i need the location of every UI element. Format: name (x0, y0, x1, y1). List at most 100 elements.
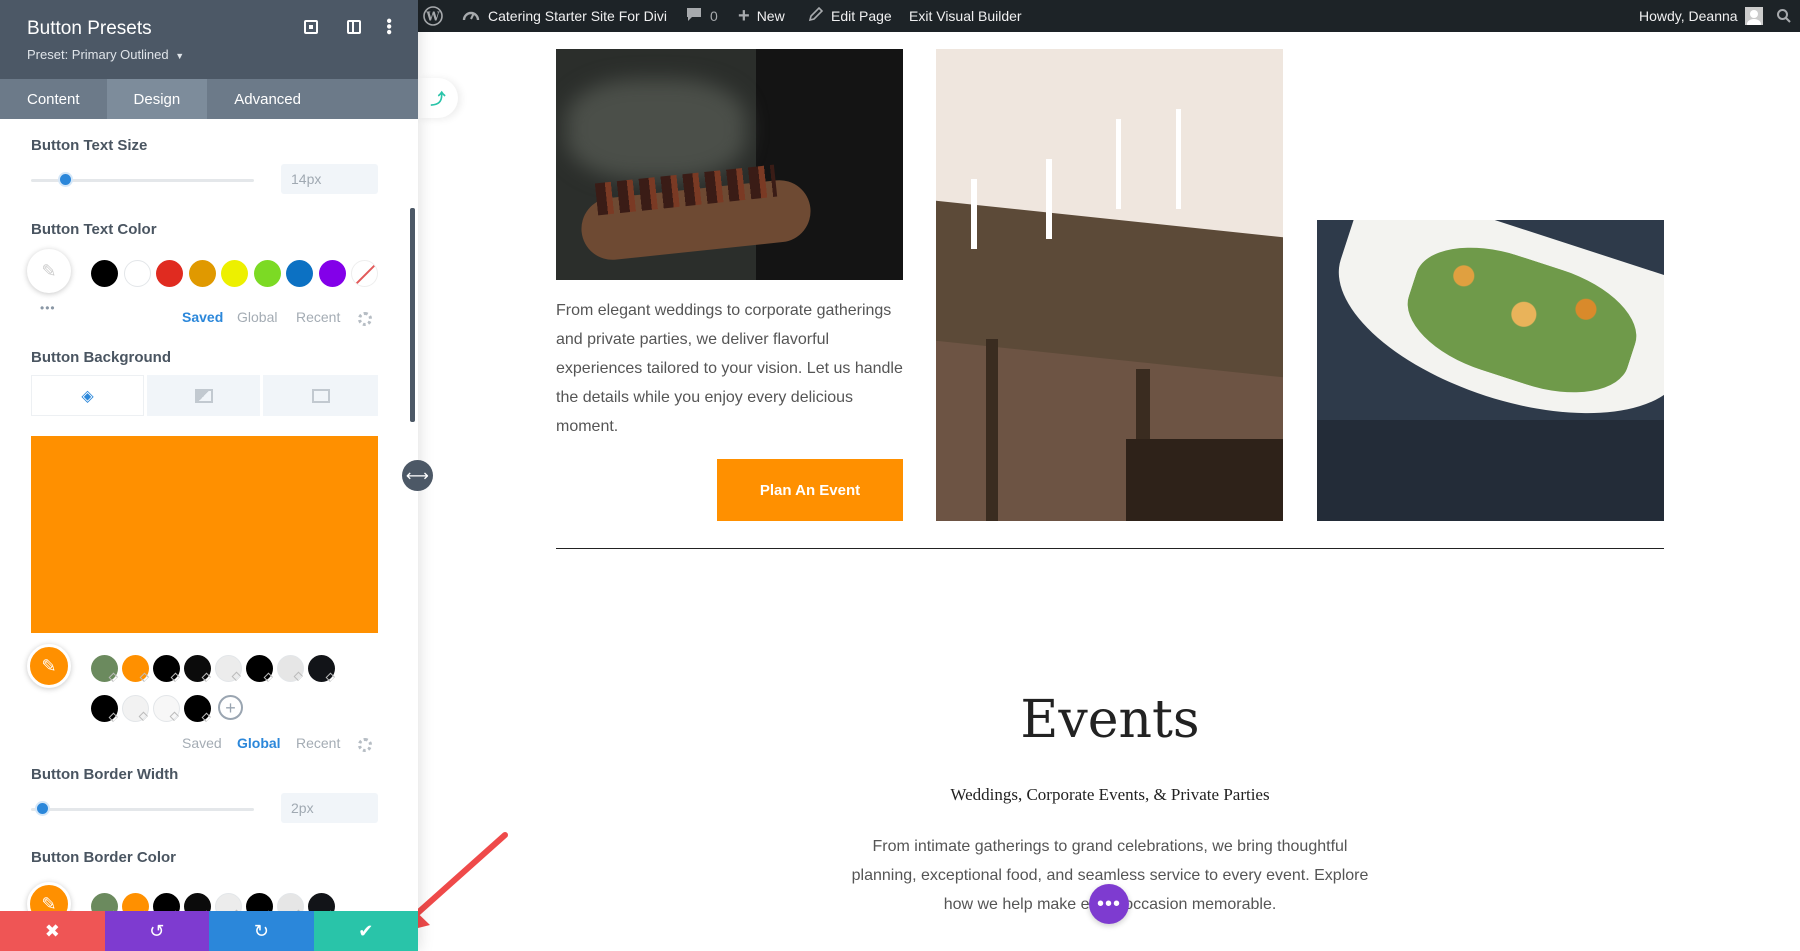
search-icon[interactable] (1776, 0, 1792, 32)
resize-handle[interactable]: ⟷ (402, 460, 433, 491)
layout-toggle-icon[interactable] (347, 20, 361, 34)
preset-selector[interactable]: Preset: Primary Outlined ▼ (27, 47, 184, 62)
text-color-more-icon[interactable]: ••• (40, 301, 56, 315)
color-swatch[interactable] (123, 260, 151, 287)
border-color-label: Button Border Color (31, 849, 176, 866)
panel-toggle-button[interactable]: ⤴ (418, 78, 458, 118)
color-swatch[interactable] (318, 260, 346, 287)
discard-button[interactable]: ✖ (0, 911, 105, 951)
palette-tab-global[interactable]: Global (237, 309, 277, 325)
color-swatch[interactable] (91, 260, 118, 287)
color-swatch[interactable] (221, 260, 248, 287)
tab-design[interactable]: Design (106, 79, 208, 119)
panel-scrollbar[interactable] (410, 208, 415, 422)
global-color-swatch[interactable] (246, 655, 275, 684)
tab-advanced[interactable]: Advanced (207, 79, 328, 119)
save-button[interactable]: ✔ (313, 911, 418, 951)
panel-body: Button Text Size 14px Button Text Color … (0, 119, 418, 940)
add-color-button[interactable]: + (218, 695, 243, 720)
section-divider (556, 548, 1664, 549)
undo-button[interactable]: ↺ (104, 911, 209, 951)
global-color-swatch[interactable] (122, 655, 151, 684)
global-color-swatch[interactable] (215, 655, 243, 683)
more-dots-icon: ••• (1096, 893, 1121, 915)
global-color-swatch[interactable] (91, 655, 120, 684)
text-size-label: Button Text Size (31, 137, 148, 154)
comment-icon (686, 7, 702, 25)
bg-image-tab[interactable] (263, 375, 378, 416)
border-width-input[interactable]: 2px (281, 793, 378, 823)
global-color-swatch[interactable] (153, 655, 182, 684)
image-icon (311, 388, 330, 403)
color-swatch[interactable] (188, 260, 216, 287)
tab-content[interactable]: Content (0, 79, 107, 119)
my-account-link[interactable]: Howdy, Deanna (1639, 0, 1763, 32)
global-color-swatch[interactable] (277, 655, 305, 683)
global-color-swatch[interactable] (184, 655, 213, 684)
events-subtitle: Weddings, Corporate Events, & Private Pa… (950, 785, 1270, 804)
edit-page-label: Edit Page (831, 8, 892, 24)
no-color-swatch[interactable] (351, 260, 378, 287)
exit-visual-builder-link[interactable]: Exit Visual Builder (909, 0, 1022, 32)
global-color-swatch[interactable] (91, 695, 120, 724)
bg-gradient-tab[interactable] (147, 375, 260, 416)
intro-text: From elegant weddings to corporate gathe… (556, 302, 903, 435)
global-color-swatch[interactable] (308, 655, 337, 684)
panel-tabs: Content Design Advanced (0, 79, 418, 119)
bg-color-tab[interactable]: ◈ (31, 375, 144, 416)
new-content-link[interactable]: + New (738, 0, 785, 32)
check-icon: ✔ (358, 920, 374, 941)
focus-mode-icon[interactable] (304, 20, 318, 34)
palette-tab-recent[interactable]: Recent (296, 309, 340, 325)
redo-button[interactable]: ↻ (209, 911, 314, 951)
wordpress-logo-icon[interactable]: W (423, 0, 443, 32)
panel-footer: ✖ ↺ ↻ ✔ (0, 911, 418, 951)
settings-panel: Button Presets Preset: Primary Outlined … (0, 0, 418, 951)
palette-tab-recent[interactable]: Recent (296, 735, 340, 751)
events-title: Events (1020, 690, 1200, 750)
eyedropper-icon: ✎ (41, 260, 57, 281)
palette-settings-gear-icon[interactable] (358, 738, 372, 752)
bg-color-picker-button[interactable]: ✎ (27, 644, 71, 688)
comments-link[interactable]: 0 (686, 0, 718, 32)
palette-tab-saved[interactable]: Saved (182, 309, 223, 325)
border-width-handle[interactable] (35, 801, 50, 816)
background-label: Button Background (31, 349, 171, 366)
appetizers-plate-image (1317, 220, 1664, 521)
undo-icon: ↺ (149, 920, 165, 941)
panel-title: Button Presets (27, 18, 152, 39)
preset-label: Preset: Primary Outlined (27, 47, 169, 62)
color-swatch[interactable] (156, 260, 183, 287)
site-name-link[interactable]: Catering Starter Site For Divi (462, 0, 667, 32)
text-color-preview[interactable]: ✎ (27, 249, 71, 293)
panel-arrow-icon: ⤴ (430, 90, 446, 108)
pencil-icon (808, 6, 824, 25)
svg-text:W: W (425, 10, 440, 24)
text-color-label: Button Text Color (31, 221, 157, 238)
edit-page-link[interactable]: Edit Page (808, 0, 892, 32)
palette-tab-saved[interactable]: Saved (182, 735, 222, 751)
global-color-swatch[interactable] (184, 695, 213, 724)
greeting-label: Howdy, Deanna (1639, 8, 1738, 24)
plus-icon: + (738, 4, 750, 27)
border-width-track[interactable] (31, 808, 254, 811)
dashboard-icon (462, 7, 480, 26)
palette-settings-gear-icon[interactable] (358, 312, 372, 326)
background-color-preview[interactable] (31, 436, 378, 633)
page-settings-button[interactable]: ••• (1089, 884, 1129, 924)
text-size-handle[interactable] (58, 172, 73, 187)
color-swatch[interactable] (286, 260, 313, 287)
global-color-swatch[interactable] (153, 695, 181, 723)
palette-tab-global[interactable]: Global (237, 735, 281, 751)
catering-platter-image (556, 49, 903, 280)
panel-header: Button Presets Preset: Primary Outlined … (0, 0, 418, 79)
text-size-input[interactable]: 14px (281, 164, 378, 194)
global-color-swatch[interactable] (122, 695, 150, 723)
color-swatch[interactable] (253, 260, 281, 287)
more-options-icon[interactable]: ••• (380, 18, 397, 35)
plan-event-label: Plan An Event (759, 481, 861, 499)
plan-event-button[interactable]: Plan An Event (717, 459, 903, 521)
caret-down-icon: ▼ (175, 51, 185, 61)
eyedropper-icon: ✎ (41, 655, 57, 676)
close-icon: ✖ (44, 920, 60, 941)
